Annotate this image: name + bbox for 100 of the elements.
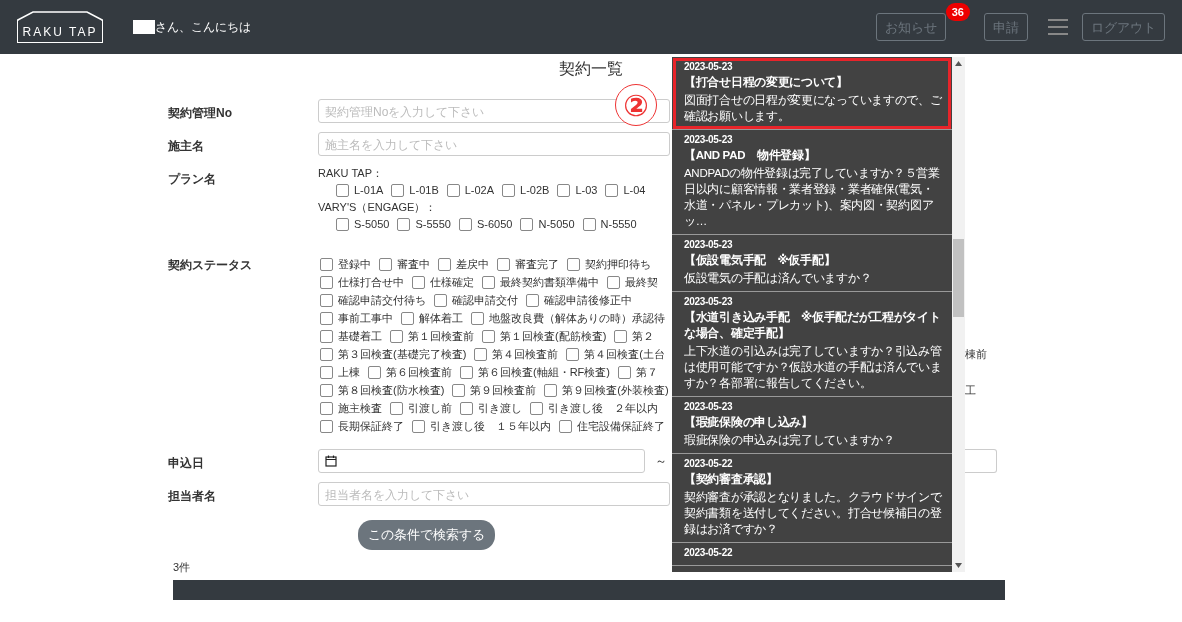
checkbox-label: 引き渡し後 １５年以内 [430,418,551,434]
checkbox[interactable] [320,347,333,361]
checkbox[interactable] [482,329,495,343]
checkbox[interactable] [566,347,580,361]
scrollbar-thumb[interactable] [953,239,964,317]
checkbox[interactable] [460,401,473,415]
checkbox[interactable] [458,217,472,231]
checkbox[interactable] [368,365,381,379]
checkbox-label: 住宅設備保証終了 [577,418,665,434]
checkbox[interactable] [379,257,392,271]
checkbox[interactable] [446,183,460,197]
checkbox[interactable] [482,275,495,289]
notification-date: 2023-05-23 [684,296,734,307]
checkbox[interactable] [391,183,405,197]
checkbox-label: 引渡し前 [408,400,452,416]
notification-title: 【仮設電気手配 ※仮手配】 [684,252,837,268]
checkbox[interactable] [390,401,403,415]
checkbox-label: L-02A [464,184,495,196]
checkbox[interactable] [401,311,414,325]
checkbox[interactable] [559,419,572,433]
checkbox-label: 第６回検査(軸組・RF検査) [478,364,610,380]
notification-title: 【契約審査承認】 [684,471,779,487]
checkbox[interactable] [320,257,333,271]
checkbox[interactable] [460,365,473,379]
date-field[interactable] [318,449,645,473]
checkbox[interactable] [502,183,516,197]
checkbox[interactable] [397,217,411,231]
checkbox-label: 地盤改良費（解体ありの時）承認待 [489,310,665,326]
checkbox[interactable] [520,217,534,231]
checkbox-label: 上棟 [338,364,360,380]
checkbox-label: 棟前 [965,348,987,360]
checkbox[interactable] [390,329,403,343]
annotation-number: ② [615,84,657,126]
checkbox[interactable] [320,293,333,307]
checkbox[interactable] [526,293,539,307]
checkbox[interactable] [336,217,349,231]
checkbox-label: 最終契 [625,274,658,290]
checkbox-label: 確認申請交付 [452,292,518,308]
notification-item[interactable]: 2023-05-22 [672,543,952,566]
result-count: 3件 [173,560,191,575]
checkbox-label: 引き渡し [478,400,522,416]
checkbox-label: 第９回検査(外装検査) [562,382,669,398]
notification-date: 2023-05-23 [684,61,734,72]
checkbox[interactable] [474,347,488,361]
field-label: 申込日 [168,455,205,472]
checkbox-label: 差戻中 [456,256,489,272]
checkbox-label: 審査中 [397,256,430,272]
checkbox-label: 事前工事中 [338,310,393,326]
checkbox[interactable] [567,257,580,271]
checkbox-label: 契約押印待ち [585,256,651,272]
notification-badge: 36 [945,3,970,21]
calendar-icon[interactable] [325,455,337,467]
checkbox[interactable] [497,257,510,271]
checkbox-label: 確認申請交付待ち [338,292,426,308]
checkbox[interactable] [434,293,447,307]
notification-title: 【水道引き込み手配 ※仮手配だが工程がタイトな場合、確定手配】 [684,309,942,341]
scroll-up-icon[interactable] [955,61,962,66]
menu-icon[interactable] [1048,19,1068,35]
checkbox-label: 仕様確定 [430,274,474,290]
checkbox-label: 最終契約書類準備中 [500,274,599,290]
notification-text: 瑕疵保険の申込みは完了していますか？ [684,433,896,448]
checkbox-label: 第４回検査(土台 [584,346,665,362]
checkbox-label: 登録中 [338,256,371,272]
checkbox-label: 確認申請後修正中 [544,292,632,308]
checkbox[interactable] [320,401,333,415]
checkbox[interactable] [412,419,425,433]
checkbox[interactable] [320,383,333,397]
checkbox[interactable] [557,183,571,197]
checkbox[interactable] [320,329,333,343]
checkbox[interactable] [320,311,333,325]
search-button[interactable]: この条件で検索する [358,520,495,550]
checkbox[interactable] [530,401,543,415]
checkbox[interactable] [605,183,619,197]
notification-title: 【AND PAD 物件登録】 [684,147,817,163]
notification-date: 2023-05-23 [684,401,734,412]
checkbox-label: 長期保証終了 [338,418,404,434]
checkbox[interactable] [412,275,425,289]
checkbox[interactable] [544,383,558,397]
checkbox[interactable] [320,419,333,433]
checkbox-label: 第２ [632,328,655,344]
scroll-down-icon[interactable] [955,563,962,568]
checkbox[interactable] [438,257,451,271]
checkbox-label: 第９回検査前 [470,382,537,398]
notification-title: 【打合せ日程の変更について】 [684,74,849,90]
checkbox[interactable] [582,217,596,231]
checkbox[interactable] [607,275,620,289]
checkbox[interactable] [618,365,631,379]
checkbox-label: S-5050 [354,218,390,230]
checkbox-label: S-6050 [476,218,513,230]
checkbox[interactable] [471,311,484,325]
notification-item[interactable]: 2023-05-23 【打合せ日程の変更について】 図面打合せの日程が変更になっていますので、ご確認お願いします。 [672,57,952,130]
checkbox-label: 第１回検査前 [408,328,474,344]
checkbox[interactable] [320,275,333,289]
checkbox[interactable] [452,383,466,397]
field-label: 契約管理No [168,105,233,122]
checkbox[interactable] [320,365,333,379]
field-label: 施主名 [168,138,205,155]
field-label: プラン名 [168,171,217,188]
checkbox[interactable] [336,183,349,197]
checkbox[interactable] [614,329,628,343]
